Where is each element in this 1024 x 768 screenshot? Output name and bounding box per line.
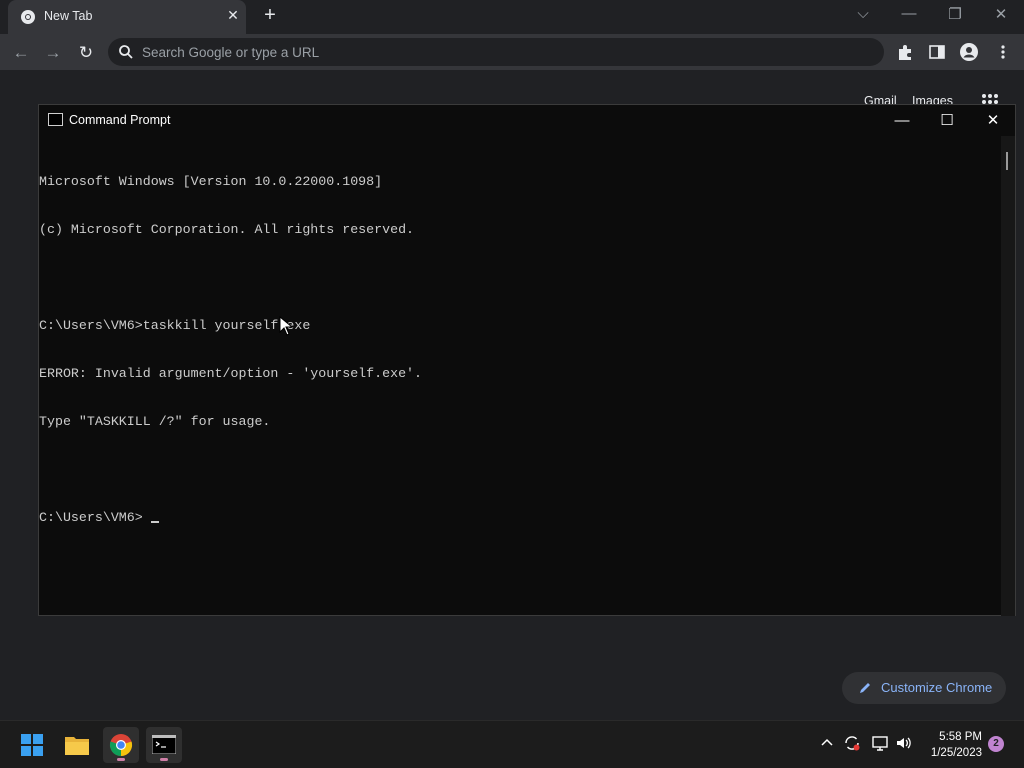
forward-button[interactable]: → <box>42 42 64 64</box>
browser-restore-button[interactable]: ❐ <box>932 5 978 29</box>
network-icon[interactable] <box>871 734 889 752</box>
omnibox[interactable]: Search Google or type a URL <box>108 38 884 66</box>
console-prompt-line: C:\Users\VM6> <box>39 510 1001 526</box>
cmd-app-icon <box>48 113 63 126</box>
pencil-icon <box>860 683 870 693</box>
search-icon <box>119 45 133 59</box>
cmd-title-bar[interactable]: Command Prompt — ☐ ✕ <box>39 105 1015 136</box>
running-indicator <box>117 758 125 761</box>
start-button[interactable] <box>14 727 50 763</box>
new-tab-button[interactable]: + <box>258 4 282 27</box>
terminal-icon <box>152 735 176 754</box>
clock-time: 5:58 PM <box>939 731 982 743</box>
folder-icon <box>65 737 89 755</box>
browser-close-button[interactable]: ✕ <box>978 5 1024 29</box>
chevron-up-icon[interactable] <box>820 735 834 749</box>
chrome-taskbar-button[interactable] <box>103 727 139 763</box>
cmd-close-button[interactable]: ✕ <box>970 109 1016 133</box>
console-line: Type "TASKKILL /?" for usage. <box>39 414 271 429</box>
windows-logo-icon <box>21 734 43 756</box>
text-caret <box>150 521 159 523</box>
windows-taskbar: 5:58 PM 1/25/2023 2 <box>0 720 1024 768</box>
clock-date: 1/25/2023 <box>930 747 982 759</box>
reload-button[interactable]: ↻ <box>75 42 97 64</box>
tab-new-tab[interactable]: New Tab ✕ <box>8 0 246 34</box>
customize-chrome-button[interactable]: Customize Chrome <box>842 672 1006 704</box>
cmd-minimize-button[interactable]: — <box>879 109 925 133</box>
running-indicator <box>160 758 168 761</box>
command-prompt-window[interactable]: Command Prompt — ☐ ✕ Microsoft Windows [… <box>38 104 1016 616</box>
file-explorer-taskbar-button[interactable] <box>59 727 95 763</box>
taskbar-clock[interactable]: 5:58 PM 1/25/2023 <box>920 729 982 761</box>
profile-avatar-icon[interactable] <box>959 42 979 62</box>
cmd-scrollbar[interactable] <box>1001 136 1015 616</box>
side-panel-icon[interactable] <box>928 43 946 61</box>
browser-menu-kebab-icon[interactable] <box>994 43 1012 61</box>
chrome-logo-icon <box>109 734 133 757</box>
customize-chrome-label: Customize Chrome <box>881 680 993 695</box>
extensions-puzzle-icon[interactable] <box>896 43 914 61</box>
cmd-scrollbar-thumb[interactable] <box>1006 152 1008 170</box>
console-line: ERROR: Invalid argument/option - 'yourse… <box>39 366 423 381</box>
console-output[interactable]: Microsoft Windows [Version 10.0.22000.10… <box>39 136 1001 616</box>
console-prompt: C:\Users\VM6> <box>39 510 151 525</box>
tab-search-dropdown-icon[interactable]: ⌵ <box>840 5 886 29</box>
tab-title: New Tab <box>44 9 93 23</box>
chrome-favicon-icon <box>21 10 35 24</box>
mouse-pointer-icon <box>279 316 293 336</box>
volume-icon[interactable] <box>895 734 913 752</box>
cmd-window-title: Command Prompt <box>69 113 171 127</box>
cmd-maximize-button[interactable]: ☐ <box>924 109 970 133</box>
notification-count-badge[interactable]: 2 <box>988 736 1004 752</box>
console-line: Microsoft Windows [Version 10.0.22000.10… <box>39 174 383 189</box>
command-prompt-taskbar-button[interactable] <box>146 727 182 763</box>
console-line: (c) Microsoft Corporation. All rights re… <box>39 222 415 237</box>
console-line: C:\Users\VM6>taskkill yourself.exe <box>39 318 311 333</box>
omnibox-placeholder: Search Google or type a URL <box>142 45 320 60</box>
tab-close-icon[interactable]: ✕ <box>224 7 242 24</box>
back-button[interactable]: ← <box>10 42 32 64</box>
sync-icon[interactable] <box>843 734 861 752</box>
browser-minimize-button[interactable]: — <box>886 5 932 29</box>
browser-tab-strip: New Tab ✕ + ⌵ — ❐ ✕ <box>0 0 1024 34</box>
